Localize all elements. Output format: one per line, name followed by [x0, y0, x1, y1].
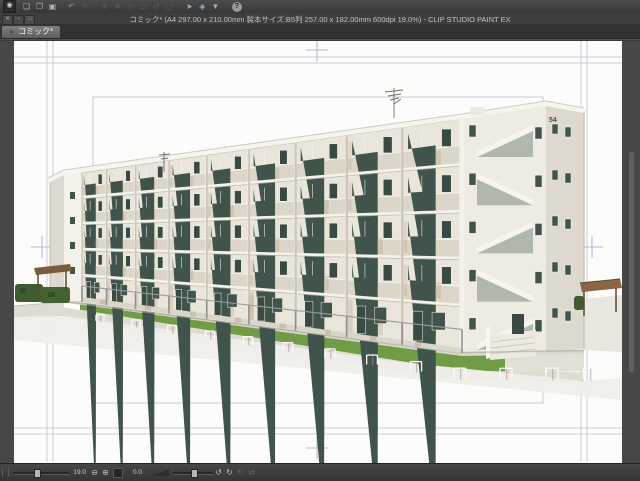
tab-bar: ✕ コミック* — [0, 24, 640, 38]
rotation-value: 0.0 — [128, 469, 142, 476]
redo-icon: ↷ — [79, 1, 90, 13]
fit-screen-button[interactable] — [113, 468, 123, 478]
tab-label: コミック* — [18, 27, 53, 36]
canvas-viewport[interactable]: 54 — [0, 39, 640, 463]
rotate-view-icon[interactable]: ◈ — [197, 1, 208, 13]
rotation-slider[interactable] — [173, 468, 213, 477]
snap-crosshair-icon: ✛ — [99, 1, 110, 13]
undo-icon[interactable]: ↶ — [66, 1, 77, 13]
zoom-slider[interactable] — [13, 468, 69, 477]
zoom-in-icon[interactable]: ⊕ — [100, 468, 111, 477]
new-file-icon[interactable]: ❏ — [21, 1, 32, 13]
command-bar: ◉ ❏ ❐ ▣ ∶ ↶ ↷ ✛ ❖ ◇ ▭ ↺ ▢ ➤ ◈ ▼ ? — [0, 0, 640, 14]
zoom-out-icon[interactable]: ⊖ — [89, 468, 100, 477]
rotate-ccw-icon[interactable]: ↺ — [213, 468, 224, 477]
status-bar: 19.0 ⊖ ⊕ 0.0 ↺ ↻ ↻ ⇄ — [0, 463, 640, 481]
toolbar-separator: ∶ — [61, 3, 63, 11]
drop-arrow-icon[interactable]: ▼ — [210, 1, 221, 13]
save-file-icon[interactable]: ▣ — [47, 1, 58, 13]
snap-move-icon: ❖ — [112, 1, 123, 13]
pane-edge — [0, 38, 640, 41]
clip-studio-eye-icon[interactable]: ◉ — [3, 0, 16, 13]
snap-frame-icon: ▭ — [138, 1, 149, 13]
statusbar-grip — [2, 468, 9, 477]
rotate-cw-icon[interactable]: ↻ — [224, 468, 235, 477]
flip-view-icon: ⇄ — [246, 468, 257, 477]
zoom-value: 19.0 — [72, 469, 86, 476]
open-file-icon[interactable]: ❐ — [34, 1, 45, 13]
building-number: 54 — [549, 117, 557, 124]
tab-close-icon[interactable]: ✕ — [9, 30, 14, 36]
vertical-scrollbar[interactable] — [629, 152, 634, 372]
snap-box-icon: ▢ — [164, 1, 175, 13]
tab-comic[interactable]: ✕ コミック* — [2, 26, 60, 38]
object-cursor-icon[interactable]: ➤ — [184, 1, 195, 13]
snap-diamond-icon: ◇ — [125, 1, 136, 13]
rotation-wedge — [151, 469, 169, 476]
reset-rotation-icon: ↻ — [235, 468, 246, 477]
snap-rotate-icon: ↺ — [151, 1, 162, 13]
help-icon[interactable]: ? — [232, 2, 242, 12]
